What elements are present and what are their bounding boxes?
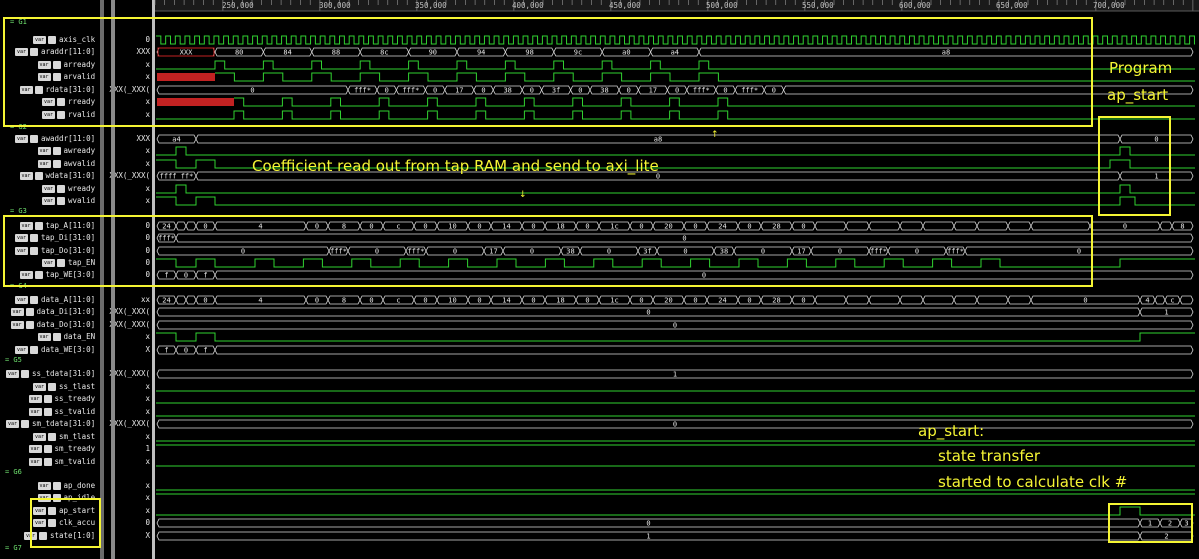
data-a-bus-label: 24	[718, 297, 726, 305]
annotation-ap-start-1: ap_start:	[918, 422, 985, 440]
highlight-box-tap-ram	[3, 215, 1093, 287]
data-a-bus-label: 0	[203, 297, 207, 305]
annotation-coefficient: Coefficient read out from tap RAM and se…	[252, 157, 659, 175]
data-a-bus-segment	[845, 295, 870, 305]
ss-tdata-bus-label: 1	[673, 371, 677, 379]
ruler-tick-label: 300,000	[319, 1, 351, 10]
data-a-bus-segment	[175, 295, 187, 305]
data-we-bus-label: f	[164, 347, 168, 355]
state-bus-label: 1	[646, 533, 650, 541]
data-we-bus-label: 0	[184, 347, 188, 355]
data-a-bus-label: 4	[1145, 297, 1149, 305]
data-do-bus-label: 0	[673, 322, 677, 330]
data-a-bus-segment	[922, 295, 955, 305]
data-a-bus-segment	[1179, 295, 1194, 305]
arrow-down-icon: ↓	[519, 190, 527, 200]
data-a-bus-label: 0	[477, 297, 481, 305]
tap-a-bus-label: 0	[1123, 223, 1127, 231]
data-di-bus-label: 1	[1164, 309, 1168, 317]
ruler-tick-label: 700,000	[1093, 1, 1125, 10]
data-a-bus-label: 0	[1083, 297, 1087, 305]
annotation-ap-start-2: state transfer	[938, 447, 1041, 465]
data-a-bus-label: 1c	[610, 297, 618, 305]
data-a-bus-label: 10	[448, 297, 456, 305]
wdata-bus-label: ffff_ff*	[160, 173, 194, 181]
data-a-bus-label: 18	[556, 297, 564, 305]
annotation-program-2: ap_start	[1107, 86, 1169, 104]
ruler-tick-label: 350,000	[415, 1, 447, 10]
highlight-box-axi-read	[3, 17, 1093, 127]
data-a-bus-label: 8	[342, 297, 346, 305]
data-a-bus-segment	[1154, 295, 1166, 305]
arrow-up-icon: ↑	[711, 130, 719, 140]
data-a-bus-segment	[976, 295, 1009, 305]
awaddr-bus-label: a8	[654, 136, 662, 144]
data-a-bus-label: c	[396, 297, 400, 305]
data-a-bus-label: 0	[693, 297, 697, 305]
data-a-bus-label: 0	[423, 297, 427, 305]
annotation-program-1: Program	[1109, 59, 1173, 77]
data-we-bus-segment	[214, 345, 1194, 355]
data-a-bus-label: 0	[801, 297, 805, 305]
data-a-bus-label: 20	[664, 297, 672, 305]
ruler-background	[155, 0, 1199, 11]
data-a-bus-label: 0	[585, 297, 589, 305]
data-a-bus-segment	[814, 295, 847, 305]
data-a-bus-segment	[1007, 295, 1032, 305]
data-en-wave	[156, 332, 1195, 342]
clk-accu-bus-label: 0	[646, 520, 650, 528]
ruler-tick-label: 650,000	[996, 1, 1028, 10]
highlight-box-ap-start-signals	[30, 498, 101, 548]
ruler-tick-label: 250,000	[222, 1, 254, 10]
data-a-bus-segment	[868, 295, 901, 305]
data-we-bus-label: f	[203, 347, 207, 355]
data-a-bus-label: 0	[315, 297, 319, 305]
tap-a-bus-label: 8	[1180, 223, 1184, 231]
ruler-tick-label: 400,000	[512, 1, 544, 10]
ruler-tick-label: 600,000	[899, 1, 931, 10]
data-a-bus-segment	[953, 295, 978, 305]
highlight-box-state-change	[1108, 503, 1193, 543]
awready-wave	[156, 146, 1195, 156]
data-a-bus-label: 0	[639, 297, 643, 305]
data-a-bus-segment	[185, 295, 197, 305]
ruler-tick-label: 500,000	[706, 1, 738, 10]
data-di-bus-label: 0	[646, 309, 650, 317]
data-a-bus-label: 28	[772, 297, 780, 305]
data-a-bus-label: 0	[747, 297, 751, 305]
ruler-tick-label: 450,000	[609, 1, 641, 10]
tap-a-bus-segment	[1159, 221, 1173, 231]
wready-wave	[156, 184, 1195, 194]
sm-tdata-bus-label: 0	[673, 421, 677, 429]
awaddr-bus-label: a4	[172, 136, 180, 144]
data-a-bus-label: 0	[531, 297, 535, 305]
highlight-box-ap-start-program	[1098, 116, 1171, 216]
data-a-bus-segment	[899, 295, 924, 305]
data-a-bus-label: 0	[369, 297, 373, 305]
data-a-bus-label: 24	[162, 297, 170, 305]
data-a-bus-label: 4	[258, 297, 262, 305]
ap-start-wave	[156, 506, 1195, 516]
ruler-tick-label: 550,000	[802, 1, 834, 10]
data-a-bus-label: 14	[502, 297, 510, 305]
annotation-ap-start-3: started to calculate clk #	[938, 473, 1128, 491]
wvalid-wave	[156, 196, 1195, 206]
data-a-bus-label: c	[1170, 297, 1174, 305]
